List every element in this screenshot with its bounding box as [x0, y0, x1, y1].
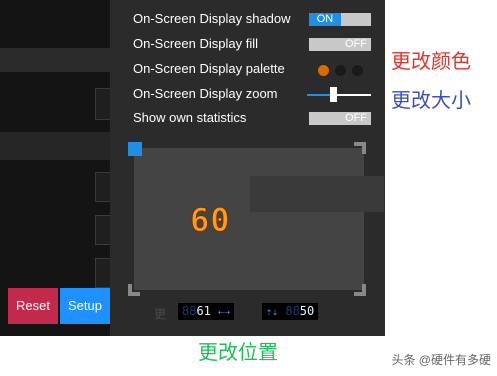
vertical-arrows-icon: ⇡⇣: [266, 307, 279, 318]
readout-value: 61: [196, 304, 211, 318]
readout-digits-dim: 88: [182, 304, 197, 318]
corner-top-left-handle[interactable]: [128, 142, 142, 156]
osd-fill-toggle[interactable]: OFF: [309, 38, 371, 51]
corner-top-right-handle[interactable]: [354, 142, 366, 154]
toggle-state: OFF: [345, 112, 367, 124]
toggle-state: ON: [309, 13, 341, 26]
left-readout: 8861 ⇠⇢: [178, 303, 235, 320]
osd-fill-row: On-Screen Display fill OFF: [133, 35, 373, 53]
osd-shadow-row: On-Screen Display shadow ON: [133, 10, 373, 28]
zoom-slider-handle[interactable]: [330, 87, 337, 102]
osd-shadow-toggle[interactable]: ON: [309, 13, 371, 26]
osd-shadow-label: On-Screen Display shadow: [133, 11, 291, 26]
statistics-row: Show own statistics OFF: [133, 109, 373, 127]
fps-counter: 60: [190, 201, 231, 240]
corner-bottom-left-handle[interactable]: [128, 284, 140, 296]
readout-value: 50: [299, 304, 315, 318]
osd-palette-label: On-Screen Display palette: [133, 61, 285, 76]
corner-bottom-right-handle[interactable]: [354, 284, 366, 296]
palette-swatch-black[interactable]: [335, 65, 346, 76]
reset-button[interactable]: Reset: [8, 288, 58, 324]
statistics-toggle[interactable]: OFF: [309, 112, 371, 125]
annotation-change-color: 更改颜色: [391, 49, 471, 73]
setup-button[interactable]: Setup: [60, 288, 110, 324]
right-readout: ⇡⇣ 8850: [262, 303, 319, 320]
palette-swatch-black[interactable]: [352, 65, 363, 76]
statistics-label: Show own statistics: [133, 110, 247, 125]
readout-digits-dim: 88: [285, 304, 300, 318]
annotation-change-position: 更改位置: [198, 340, 278, 364]
osd-palette-row: On-Screen Display palette: [133, 60, 373, 78]
palette-swatch-orange[interactable]: [318, 65, 329, 76]
preview-overlay: [250, 176, 384, 212]
palette-options: [312, 63, 363, 81]
osd-zoom-label: On-Screen Display zoom: [133, 86, 278, 101]
left-panel-row: [0, 132, 120, 160]
osd-zoom-row: On-Screen Display zoom: [133, 85, 373, 103]
partially-hidden-label: 更: [154, 307, 167, 321]
left-panel-row: [0, 48, 120, 72]
toggle-state: OFF: [345, 38, 367, 50]
horizontal-arrows-icon: ⇠⇢: [218, 307, 231, 318]
watermark: 头条 @硬件有多硬: [391, 353, 491, 367]
annotation-change-size: 更改大小: [391, 88, 471, 112]
osd-fill-label: On-Screen Display fill: [133, 36, 258, 51]
